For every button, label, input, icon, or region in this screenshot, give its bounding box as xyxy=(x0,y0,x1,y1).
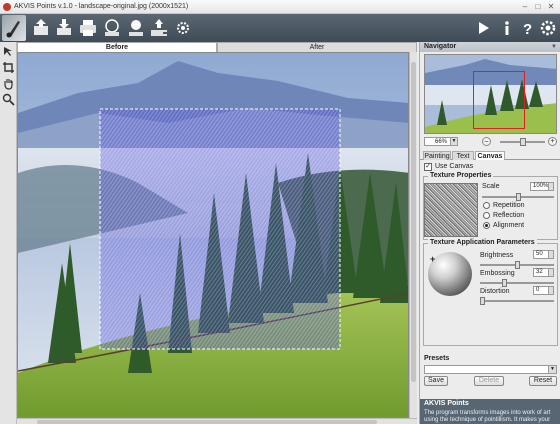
hand-tool-icon[interactable] xyxy=(2,77,15,90)
brightness-spinner[interactable] xyxy=(548,251,553,258)
presets-select[interactable]: ▼ xyxy=(424,365,557,374)
reset-button[interactable]: Reset xyxy=(529,376,557,386)
close-button[interactable]: ✕ xyxy=(546,2,556,12)
embossing-slider-handle[interactable] xyxy=(502,279,507,287)
scale-field[interactable]: 100% xyxy=(530,182,554,191)
brightness-slider[interactable] xyxy=(480,261,554,269)
open-icon[interactable] xyxy=(30,17,52,39)
tab-painting[interactable]: Painting xyxy=(423,151,451,160)
help-panel: AKVIS Points The program transforms imag… xyxy=(420,399,560,424)
navigator-viewport-frame[interactable] xyxy=(473,71,525,129)
preferences-icon[interactable] xyxy=(537,17,559,39)
run-arrow-icon[interactable] xyxy=(472,17,494,39)
scale-value: 100% xyxy=(533,183,549,189)
texture-properties-title: Texture Properties xyxy=(428,172,494,179)
selection-tool-icon[interactable] xyxy=(2,45,15,58)
repetition-radio[interactable] xyxy=(483,202,490,209)
crop-tool-icon[interactable] xyxy=(2,61,15,74)
tab-before[interactable]: Before xyxy=(17,42,217,52)
share-icon[interactable] xyxy=(101,17,123,39)
help-text: The program transforms images into work … xyxy=(424,410,551,423)
settings-panel: Navigator ▼ 66% ▼ – + Painting Text Canv… xyxy=(419,42,560,424)
distortion-field[interactable]: 0 xyxy=(533,286,554,295)
zoom-select[interactable]: 66% ▼ xyxy=(424,137,458,146)
distortion-slider[interactable] xyxy=(480,297,554,305)
brightness-field[interactable]: 50 xyxy=(533,250,554,259)
tab-after[interactable]: After xyxy=(217,42,417,52)
window-title: AKVIS Points v.1.0 - landscape-original.… xyxy=(14,3,189,10)
tab-text[interactable]: Text xyxy=(452,151,474,160)
navigator-header: Navigator xyxy=(420,42,560,52)
help-icon[interactable]: ? xyxy=(517,17,539,39)
scale-slider[interactable] xyxy=(482,193,554,201)
embossing-slider[interactable] xyxy=(480,279,554,287)
distortion-slider-handle[interactable] xyxy=(480,297,485,305)
zoom-slider[interactable] xyxy=(500,138,545,146)
print-icon[interactable] xyxy=(77,17,99,39)
zoom-tool-icon[interactable] xyxy=(2,93,15,106)
light-source-icon[interactable]: + xyxy=(430,255,435,264)
chevron-down-icon[interactable]: ▼ xyxy=(450,138,457,145)
info-icon[interactable] xyxy=(496,17,518,39)
scale-spinner[interactable] xyxy=(548,183,553,190)
image-canvas[interactable] xyxy=(17,52,409,418)
alignment-radio[interactable] xyxy=(483,222,490,229)
zoom-value: 66% xyxy=(435,139,448,145)
title-bar: AKVIS Points v.1.0 - landscape-original.… xyxy=(0,0,560,14)
brightness-value: 50 xyxy=(536,251,543,257)
minimize-button[interactable]: – xyxy=(520,2,530,12)
use-canvas-label: Use Canvas xyxy=(435,163,474,170)
repetition-label: Repetition xyxy=(493,202,525,209)
presets-header: Presets xyxy=(424,355,450,362)
texture-application-title: Texture Application Parameters xyxy=(428,239,537,246)
zoom-slider-handle[interactable] xyxy=(520,138,526,146)
toolbar: ? xyxy=(0,14,560,42)
distortion-spinner[interactable] xyxy=(548,287,553,294)
panel-tabs: Painting Text Canvas xyxy=(420,151,560,160)
chevron-down-icon[interactable]: ▼ xyxy=(548,366,556,373)
view-tabs: Before After xyxy=(17,42,417,52)
brightness-slider-handle[interactable] xyxy=(515,261,520,269)
vertical-scrollbar[interactable] xyxy=(409,52,417,418)
navigator-preview[interactable] xyxy=(424,54,557,134)
texture-preview[interactable] xyxy=(424,183,478,237)
batch-icon[interactable] xyxy=(148,17,170,39)
run-icon[interactable] xyxy=(125,17,147,39)
horizontal-scroll-thumb[interactable] xyxy=(37,420,377,424)
collapse-icon[interactable]: ▼ xyxy=(549,42,559,52)
distortion-label: Distortion xyxy=(480,288,510,295)
embossing-value: 32 xyxy=(536,269,543,275)
tool-strip xyxy=(0,42,17,424)
distortion-value: 0 xyxy=(536,287,540,293)
zoom-out-button[interactable]: – xyxy=(482,137,491,146)
scale-slider-handle[interactable] xyxy=(516,193,521,201)
alignment-label: Alignment xyxy=(493,222,525,229)
delete-preset-button[interactable]: Delete xyxy=(474,376,504,386)
help-title: AKVIS Points xyxy=(424,400,469,407)
save-preset-button[interactable]: Save xyxy=(424,376,448,386)
maximize-button[interactable]: □ xyxy=(533,2,543,12)
embossing-label: Embossing xyxy=(480,270,515,277)
embossing-field[interactable]: 32 xyxy=(533,268,554,277)
reflection-radio[interactable] xyxy=(483,212,490,219)
landscape-photo xyxy=(18,53,408,417)
tab-canvas[interactable]: Canvas xyxy=(475,151,505,160)
reflection-label: Reflection xyxy=(493,212,525,219)
svg-text:?: ? xyxy=(523,21,532,38)
save-icon[interactable] xyxy=(53,17,75,39)
brush-logo-icon xyxy=(2,15,26,41)
zoom-in-button[interactable]: + xyxy=(548,137,557,146)
settings-icon[interactable] xyxy=(172,17,194,39)
use-canvas-checkbox[interactable]: ✓ xyxy=(424,163,432,171)
embossing-spinner[interactable] xyxy=(548,269,553,276)
vertical-scroll-thumb[interactable] xyxy=(411,62,416,382)
app-icon xyxy=(3,3,11,11)
brightness-label: Brightness xyxy=(480,252,514,259)
scale-label: Scale xyxy=(482,183,500,190)
horizontal-scrollbar[interactable] xyxy=(17,418,417,424)
